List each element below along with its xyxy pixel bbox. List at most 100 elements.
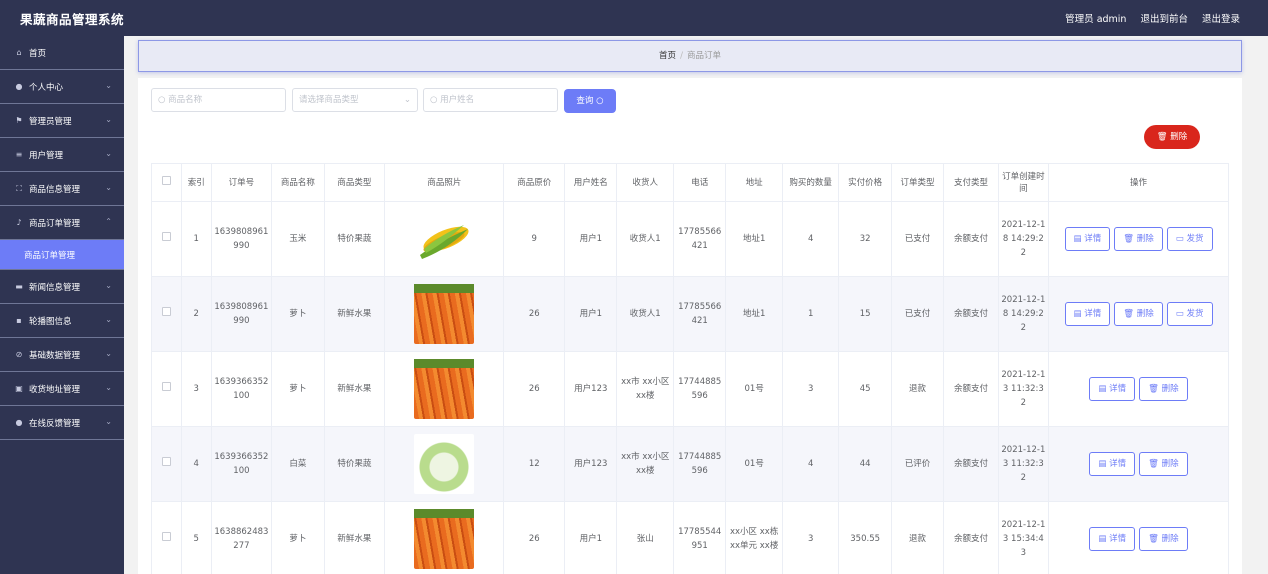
cell-time: 2021-12-13 11:32:32 bbox=[997, 351, 1050, 427]
action-label: 删除 bbox=[1161, 384, 1179, 394]
chevron-down-icon: ⌄ bbox=[105, 349, 112, 358]
cell-name: 萝卜 bbox=[271, 276, 325, 352]
breadcrumb-current: 商品订单 bbox=[686, 51, 721, 61]
chevron-down-icon: ⌄ bbox=[105, 81, 112, 90]
sidebar-item-carousel[interactable]: ▪ 轮播图信息 ⌄ bbox=[0, 304, 124, 338]
actions-cell: ▤ 详情 🗑 删除 bbox=[1048, 501, 1229, 574]
table-header-row: 索引 订单号 商品名称 商品类型 商品照片 商品原价 用户姓名 收货人 电话 地… bbox=[151, 163, 1229, 202]
product-photo-cell bbox=[384, 426, 505, 502]
cell-address: 01号 bbox=[725, 426, 783, 502]
detail-button[interactable]: ▤ 详情 bbox=[1089, 377, 1136, 401]
table-row: 4 1639366352100 白菜 特价果蔬 12 用户123 xx市 xx小区 xx楼 1… bbox=[151, 426, 1229, 502]
sidebar-subitem-orders[interactable]: 商品订单管理 bbox=[0, 240, 124, 270]
row-checkbox-cell[interactable] bbox=[151, 276, 182, 352]
product-photo bbox=[414, 284, 475, 344]
cell-phone: 17744885596 bbox=[672, 426, 727, 502]
chevron-down-icon: ⌄ bbox=[105, 183, 112, 192]
batch-delete-button[interactable]: 🗑 删除 bbox=[1144, 125, 1200, 149]
row-checkbox-cell[interactable] bbox=[151, 501, 182, 574]
exit-to-front-link[interactable]: 退出到前台 bbox=[1140, 11, 1188, 25]
checkbox[interactable] bbox=[161, 307, 171, 316]
table-row: 5 1638862483277 萝卜 新鲜水果 26 用户1 张山 17785544951 xx… bbox=[151, 501, 1229, 574]
news-icon: ▬ bbox=[15, 282, 23, 291]
cell-type: 特价果蔬 bbox=[323, 201, 386, 277]
sidebar-item-news[interactable]: ▬ 新闻信息管理 ⌄ bbox=[0, 270, 124, 304]
cell-phone: 17785566421 bbox=[672, 276, 727, 352]
row-checkbox-cell[interactable] bbox=[151, 426, 182, 502]
sidebar-item-products[interactable]: ⛶ 商品信息管理 ⌄ bbox=[0, 172, 124, 206]
action-label: 发货 bbox=[1186, 309, 1204, 319]
cell-time: 2021-12-13 11:32:32 bbox=[997, 426, 1050, 502]
detail-button[interactable]: ▤ 详情 bbox=[1089, 527, 1136, 551]
sidebar-item-home[interactable]: ⌂ 首页 bbox=[0, 36, 124, 70]
user-name-placeholder: 用户姓名 bbox=[440, 95, 475, 105]
cell-type: 新鲜水果 bbox=[323, 276, 386, 352]
product-name-input[interactable]: ○ 商品名称 bbox=[151, 88, 286, 112]
search-icon: ○ bbox=[158, 95, 169, 105]
logout-link[interactable]: 退出登录 bbox=[1202, 11, 1240, 25]
row-checkbox-cell[interactable] bbox=[151, 201, 182, 277]
detail-button[interactable]: ▤ 详情 bbox=[1064, 227, 1111, 251]
product-photo-cell bbox=[384, 501, 505, 574]
delete-button[interactable]: 🗑 删除 bbox=[1139, 377, 1188, 401]
search-icon: ○ bbox=[430, 95, 441, 105]
sidebar-item-orders[interactable]: ♪ 商品订单管理 ⌃ bbox=[0, 206, 124, 240]
sidebar: ⌂ 首页 ● 个人中心 ⌄ ⚑ 管理员管理 ⌄ ≡ 用户管理 ⌄ ⛶ 商品信息管理 ⌄ ♪ 商品订单… bbox=[0, 36, 124, 574]
sidebar-item-label: 商品订单管理 bbox=[29, 218, 81, 229]
sidebar-item-personal[interactable]: ● 个人中心 ⌄ bbox=[0, 70, 124, 104]
sidebar-item-users[interactable]: ≡ 用户管理 ⌄ bbox=[0, 138, 124, 172]
actions-cell: ▤ 详情 🗑 删除 ▭ 发货 bbox=[1048, 201, 1229, 277]
detail-button[interactable]: ▤ 详情 bbox=[1089, 452, 1136, 476]
breadcrumb-home[interactable]: 首页 bbox=[659, 51, 676, 61]
cell-pay: 余额支付 bbox=[943, 201, 999, 277]
cell-receiver: 收货人1 bbox=[616, 276, 674, 352]
row-checkbox-cell[interactable] bbox=[151, 351, 182, 427]
checkbox[interactable] bbox=[161, 532, 171, 541]
header-actions: 管理员 admin 退出到前台 退出登录 bbox=[1065, 11, 1240, 25]
chevron-down-icon: ⌄ bbox=[105, 417, 112, 426]
sidebar-item-basic-data[interactable]: ⊘ 基础数据管理 ⌄ bbox=[0, 338, 124, 372]
action-label: 发货 bbox=[1186, 234, 1204, 244]
cell-status: 已评价 bbox=[890, 426, 945, 502]
cell-index: 2 bbox=[180, 276, 212, 352]
sidebar-item-addresses[interactable]: ▣ 收货地址管理 ⌄ bbox=[0, 372, 124, 406]
query-button[interactable]: 查询 ○ bbox=[564, 89, 616, 113]
checkbox[interactable] bbox=[161, 176, 171, 185]
checkbox[interactable] bbox=[161, 232, 171, 241]
product-type-select[interactable]: 请选择商品类型 ⌄ bbox=[292, 88, 418, 112]
trash-icon: 🗑 bbox=[1148, 534, 1159, 544]
delete-button[interactable]: 🗑 删除 bbox=[1139, 452, 1188, 476]
select-all-checkbox[interactable] bbox=[151, 163, 182, 202]
sidebar-item-label: 在线反馈管理 bbox=[29, 418, 81, 429]
sidebar-item-admins[interactable]: ⚑ 管理员管理 ⌄ bbox=[0, 104, 124, 138]
sidebar-item-label: 首页 bbox=[29, 48, 47, 59]
cell-user: 用户123 bbox=[564, 351, 618, 427]
cell-paid: 350.55 bbox=[838, 501, 892, 574]
actions-cell: ▤ 详情 🗑 删除 bbox=[1048, 351, 1229, 427]
cell-phone: 17785544951 bbox=[672, 501, 727, 574]
detail-button[interactable]: ▤ 详情 bbox=[1064, 302, 1111, 326]
ship-button[interactable]: ▭ 发货 bbox=[1166, 227, 1213, 251]
column-header: 订单创建时间 bbox=[997, 163, 1050, 202]
cell-order-no: 1638862483277 bbox=[210, 501, 273, 574]
cell-receiver: xx市 xx小区 xx楼 bbox=[616, 351, 674, 427]
cell-status: 退款 bbox=[890, 351, 945, 427]
action-label: 详情 bbox=[1084, 309, 1102, 319]
delete-button[interactable]: 🗑 删除 bbox=[1114, 227, 1163, 251]
column-header: 操作 bbox=[1048, 163, 1229, 202]
delete-button[interactable]: 🗑 删除 bbox=[1139, 527, 1188, 551]
cell-address: 地址1 bbox=[725, 201, 783, 277]
checkbox[interactable] bbox=[161, 457, 171, 466]
trash-icon: 🗑 bbox=[1156, 132, 1168, 142]
product-photo-cell bbox=[384, 351, 505, 427]
trash-icon: 🗑 bbox=[1148, 459, 1159, 469]
checkbox[interactable] bbox=[161, 382, 171, 391]
delete-button[interactable]: 🗑 删除 bbox=[1114, 302, 1163, 326]
column-header: 购买的数量 bbox=[781, 163, 840, 202]
cell-order-no: 1639366352100 bbox=[210, 426, 273, 502]
user-name-input[interactable]: ○ 用户姓名 bbox=[423, 88, 558, 112]
cell-order-no: 1639366352100 bbox=[210, 351, 273, 427]
cell-user: 用户123 bbox=[564, 426, 618, 502]
ship-button[interactable]: ▭ 发货 bbox=[1166, 302, 1213, 326]
sidebar-item-feedback[interactable]: ● 在线反馈管理 ⌄ bbox=[0, 406, 124, 440]
